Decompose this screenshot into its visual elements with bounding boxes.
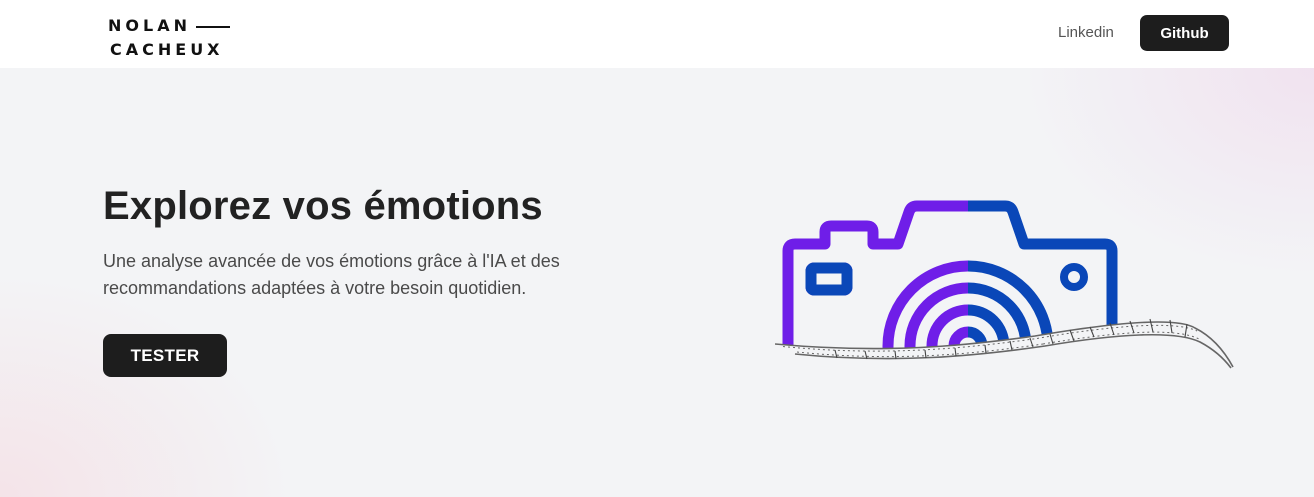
logo-dash (196, 26, 230, 28)
hero-title: Explorez vos émotions (103, 184, 543, 228)
tester-button[interactable]: TESTER (103, 334, 227, 377)
github-button[interactable]: Github (1140, 15, 1229, 51)
site-logo[interactable]: NOLAN CACHEUX (108, 14, 238, 60)
hero-section: Explorez vos émotions Une analyse avancé… (0, 68, 1314, 497)
linkedin-link[interactable]: Linkedin (1058, 23, 1114, 43)
logo-last-name: CACHEUX (110, 40, 224, 59)
camera-film-icon (775, 200, 1234, 369)
hero-description: Une analyse avancée de vos émotions grâc… (103, 251, 560, 298)
logo-first-name: NOLAN (108, 16, 191, 35)
site-header: NOLAN CACHEUX Linkedin Github (0, 0, 1314, 68)
